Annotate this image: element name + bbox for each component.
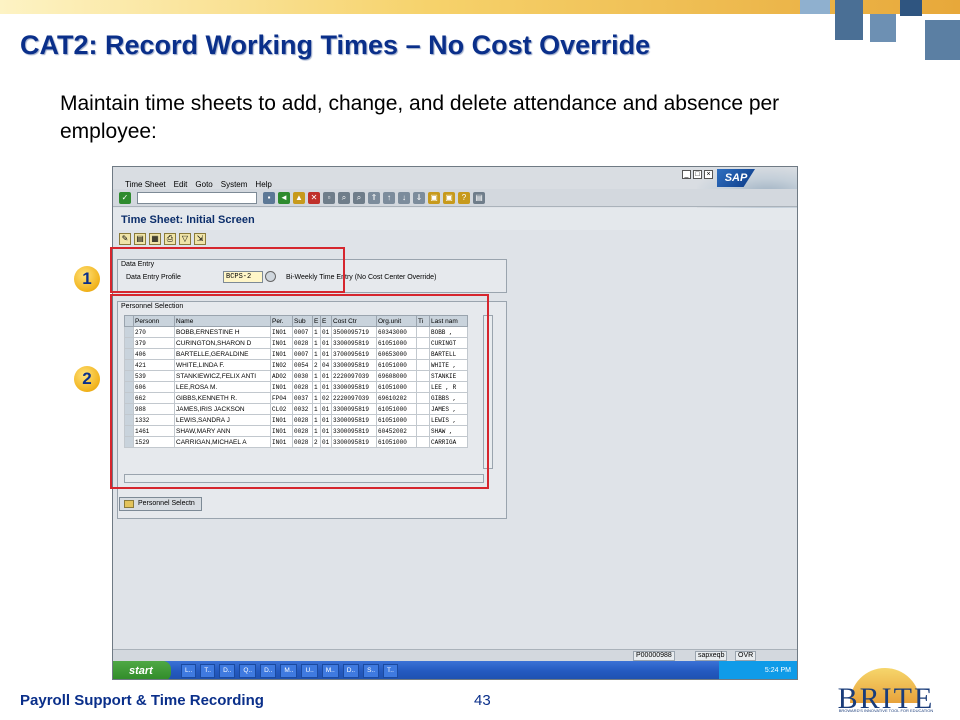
personnel-selection-button-label: Personnel Selectn	[138, 500, 195, 507]
screen-title: Time Sheet: Initial Screen	[113, 208, 797, 230]
taskbar-item[interactable]: T..	[200, 664, 216, 678]
folder-icon	[124, 500, 134, 508]
taskbar-item[interactable]: T..	[383, 664, 398, 678]
personnel-selection-button[interactable]: Personnel Selectn	[119, 497, 202, 511]
sap-menubar: SAP _ □ × Time Sheet Edit Goto System He…	[113, 167, 797, 211]
menu-goto[interactable]: Goto	[195, 180, 212, 189]
window-controls: _ □ ×	[682, 170, 713, 179]
taskbar-item[interactable]: L..	[181, 664, 197, 678]
next-page-icon[interactable]: ↓	[398, 191, 410, 204]
status-bar: P00000988 sapxeqb OVR	[113, 649, 797, 661]
slide-body-text: Maintain time sheets to add, change, and…	[60, 92, 780, 143]
start-button[interactable]: start	[113, 661, 171, 679]
taskbar-item[interactable]: Q..	[239, 664, 257, 678]
save-icon[interactable]: ▪	[263, 191, 275, 204]
taskbar-item[interactable]: D..	[342, 664, 360, 678]
new-session-icon[interactable]: ▣	[428, 191, 440, 204]
taskbar-item[interactable]: D..	[219, 664, 236, 678]
highlight-box-data-entry	[110, 247, 345, 293]
windows-taskbar: start L.. T.. D.. Q.. D.. M.. U.. M.. D.. S.. T.. …	[113, 661, 797, 679]
minimize-icon[interactable]: _	[682, 170, 691, 179]
slide-title: CAT2: Record Working Times – No Cost Ove…	[20, 30, 651, 60]
status-server: sapxeqb	[695, 651, 728, 661]
page-number: 43	[474, 692, 491, 709]
menu-help[interactable]: Help	[255, 180, 271, 189]
taskbar-item[interactable]: U..	[301, 664, 318, 678]
first-page-icon[interactable]: ⇑	[368, 191, 380, 204]
layout-menu-icon[interactable]: ▤	[473, 191, 485, 204]
command-field[interactable]	[137, 191, 257, 204]
application-toolbar: ✎ ▤ ▦ ⎙ ▽ ⇲	[119, 233, 206, 245]
taskbar-item[interactable]: M..	[321, 664, 339, 678]
print-preview-icon[interactable]: ⎙	[164, 233, 176, 245]
find-next-icon[interactable]: ⌕	[353, 191, 365, 204]
cancel-icon[interactable]: ✕	[308, 191, 320, 204]
last-page-icon[interactable]: ⇓	[413, 191, 425, 204]
sap-menu: Time Sheet Edit Goto System Help	[125, 180, 272, 189]
menu-time-sheet[interactable]: Time Sheet	[125, 180, 166, 189]
menu-edit[interactable]: Edit	[174, 180, 188, 189]
taskbar-items: L.. T.. D.. Q.. D.. M.. U.. M.. D.. S.. T..	[181, 664, 398, 678]
taskbar-item[interactable]: M..	[280, 664, 298, 678]
help-icon[interactable]: ?	[458, 191, 470, 204]
taskbar-item[interactable]: D..	[260, 664, 277, 678]
callout-2: 2	[74, 366, 100, 392]
corner-block-3	[870, 14, 896, 42]
system-tray-clock: 5:24 PM	[719, 661, 797, 679]
corner-block-4	[900, 0, 922, 16]
corner-block-2	[835, 0, 863, 40]
display-icon[interactable]: ▤	[134, 233, 146, 245]
sap-standard-toolbar: ✓ ▪ ◄ ▲ ✕ ▫ ⌕ ⌕ ⇑ ↑ ↓ ⇓ ▣ ▣ ? ▤	[113, 189, 797, 207]
print-icon[interactable]: ▫	[323, 191, 335, 204]
enter-icon[interactable]: ✓	[119, 191, 131, 204]
footer-title: Payroll Support & Time Recording	[20, 692, 264, 709]
brite-logo: BRITE BROWARD'S INNOVATIVE TOOL FOR EDUC…	[820, 668, 952, 716]
filter-icon[interactable]: ▽	[179, 233, 191, 245]
change-icon[interactable]: ✎	[119, 233, 131, 245]
highlight-box-personnel-selection	[110, 294, 489, 489]
taskbar-item[interactable]: S..	[363, 664, 380, 678]
shortcut-icon[interactable]: ▣	[443, 191, 455, 204]
prev-page-icon[interactable]: ↑	[383, 191, 395, 204]
close-icon[interactable]: ×	[704, 170, 713, 179]
status-mode: OVR	[735, 651, 757, 661]
list-icon[interactable]: ▦	[149, 233, 161, 245]
release-icon[interactable]: ⇲	[194, 233, 206, 245]
status-session: P00000988	[633, 651, 675, 661]
corner-block-5	[925, 20, 960, 60]
find-icon[interactable]: ⌕	[338, 191, 350, 204]
corner-block-1	[800, 0, 830, 14]
menu-system[interactable]: System	[221, 180, 248, 189]
maximize-icon[interactable]: □	[693, 170, 702, 179]
exit-icon[interactable]: ▲	[293, 191, 305, 204]
logo-tagline: BROWARD'S INNOVATIVE TOOL FOR EDUCATION	[838, 708, 934, 713]
back-icon[interactable]: ◄	[278, 191, 290, 204]
callout-1: 1	[74, 266, 100, 292]
